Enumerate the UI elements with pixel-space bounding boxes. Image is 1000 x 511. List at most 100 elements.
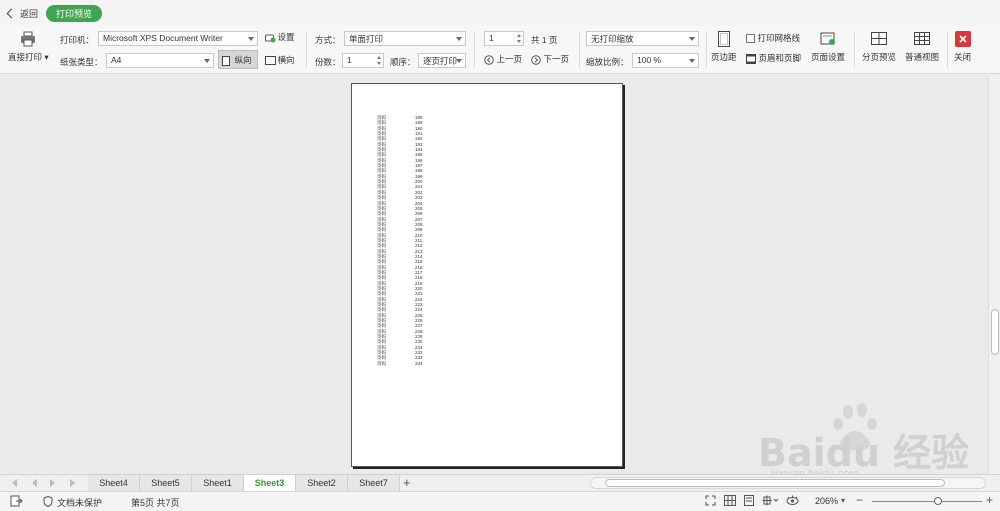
row-number: 210 [415,232,423,238]
portrait-button[interactable]: 纵向 [218,50,258,69]
horizontal-scrollbar[interactable] [590,477,986,489]
zoom-out-button[interactable]: − [856,493,863,507]
sheet-tab-sheet1[interactable]: Sheet1 [192,475,244,492]
row-number: 196 [415,157,423,163]
print-order-value: 逐页打印 [423,56,458,66]
separator [306,32,307,68]
stepper-down-icon [517,40,521,43]
eye-protection-icon[interactable] [786,495,799,508]
zoom-ratio-label: 缩放比例： [586,57,629,67]
back-button[interactable]: 返回 [6,7,38,20]
sheet-tab-sheet7[interactable]: Sheet7 [348,475,400,492]
sheet-tab-sheet4[interactable]: Sheet4 [88,475,140,492]
separator [854,32,855,68]
fullscreen-icon[interactable] [705,495,716,508]
zoom-ratio-value: 100 % [637,55,662,65]
separator [474,32,475,68]
close-icon [954,31,971,47]
first-sheet-icon[interactable] [12,479,17,487]
dropdown-arrow-icon [248,37,254,41]
zoom-in-button[interactable]: + [986,493,993,507]
row-number: 224 [415,307,423,313]
print-order-select[interactable]: 逐页打印 [418,53,466,68]
checkbox-box [746,34,755,44]
arrow-right-circle-icon [531,54,541,65]
row-number: 218 [415,275,423,281]
page-content: 页码 188 页码 189 页码 190 页码 191 页码 192 页码 193 页码 194 页码 195… [377,115,423,366]
dropdown-arrow-icon [689,37,695,41]
row-number: 233 [415,355,423,361]
landscape-button[interactable]: 横向 [265,54,295,66]
dropdown-arrow-icon [456,37,462,41]
row-number: 189 [415,120,423,126]
print-method-select[interactable]: 单面打印 [344,31,466,46]
page-layout-icon[interactable] [743,495,755,508]
sheet-tab-sheet3[interactable]: Sheet3 [244,475,296,492]
direct-print-button[interactable]: 直接打印 ▾ [8,31,49,63]
row-number: 222 [415,296,423,302]
prev-sheet-icon[interactable] [32,479,37,487]
chevron-down-icon[interactable]: ▾ [841,496,845,505]
header-footer-icon [746,53,756,64]
normal-view-label: 普通视图 [905,52,940,62]
row-number: 234 [415,360,423,366]
add-sheet-button[interactable]: + [403,475,411,491]
stepper-up-icon [377,56,381,59]
landscape-label: 横向 [277,55,295,65]
paper-value: A4 [111,55,122,65]
prev-page-button[interactable]: 上一页 [484,53,522,65]
paper-select[interactable]: A4 [106,53,214,68]
page-number-stepper[interactable]: 1 [484,31,524,46]
scale-mode-select[interactable]: 无打印缩放 [586,31,699,46]
close-preview-button[interactable]: 关闭 [954,31,971,63]
margins-icon [716,31,732,47]
last-sheet-icon[interactable] [70,479,75,487]
row-number: 201 [415,184,423,190]
zoom-ratio-select[interactable]: 100 % [632,53,699,68]
horizontal-scroll-thumb[interactable] [605,479,945,487]
grid-view-icon [914,31,930,47]
margins-button[interactable]: 页边距 [711,31,737,63]
next-page-button[interactable]: 下一页 [531,53,569,65]
shield-icon [43,495,53,509]
next-sheet-icon[interactable] [50,479,55,487]
reading-mode-icon[interactable] [762,495,779,508]
separator [579,32,580,68]
printer-select[interactable]: Microsoft XPS Document Writer [98,31,258,46]
print-order-label: 顺序： [390,57,416,67]
copies-stepper[interactable]: 1 [342,53,384,68]
printer-settings-icon [265,33,276,43]
zoom-slider[interactable] [872,497,982,505]
protection-status[interactable]: 文档未保护 [57,496,102,509]
row-number: 207 [415,216,423,222]
header-footer-button[interactable]: 页眉和页脚 [746,52,801,64]
row-number: 204 [415,200,423,206]
printer-settings-button[interactable]: 设置 [265,31,295,43]
row-number: 190 [415,125,423,131]
document-icon[interactable] [10,495,23,509]
separator [947,32,948,68]
page-break-preview-button[interactable]: 分页预览 [862,31,896,63]
row-number: 195 [415,152,423,158]
copies-label: 份数： [315,57,341,67]
print-preview-badge: 打印预览 [46,4,103,22]
normal-view-icon[interactable] [724,495,736,508]
sheet-tab-sheet2[interactable]: Sheet2 [296,475,348,492]
table-row: 页码 234 [377,361,423,366]
close-label: 关闭 [954,52,972,62]
sheet-tab-sheet5[interactable]: Sheet5 [140,475,192,492]
row-number: 213 [415,248,423,254]
row-number: 198 [415,168,423,174]
normal-view-button[interactable]: 普通视图 [905,31,939,63]
zoom-slider-knob[interactable] [934,497,942,505]
page-setup-button[interactable]: 页面设置 [811,31,845,63]
chevron-left-icon [6,8,17,18]
print-gridlines-checkbox[interactable]: 打印网格线 [746,32,800,44]
vertical-scrollbar[interactable] [988,75,1000,474]
print-method-label: 方式： [315,35,341,45]
vertical-scroll-thumb[interactable] [991,309,999,355]
page-setup-icon [820,31,836,47]
printer-icon [20,31,36,47]
zoom-percent[interactable]: 206% [815,496,838,506]
printer-value: Microsoft XPS Document Writer [103,33,223,43]
